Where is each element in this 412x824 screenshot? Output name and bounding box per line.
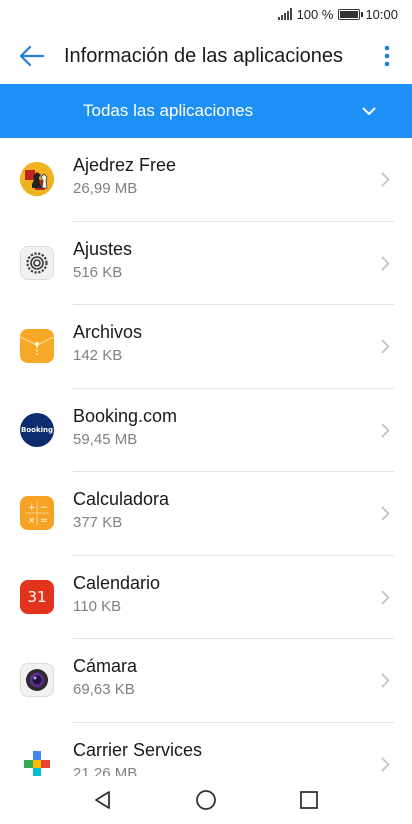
app-size: 142 KB (73, 347, 123, 364)
nav-back-button[interactable] (52, 776, 155, 824)
chevron-right-icon (381, 506, 390, 521)
svg-text:×: × (28, 516, 36, 526)
calendar-icon: 31 (20, 579, 54, 614)
app-size: 59,45 MB (73, 430, 138, 448)
svg-text:+: + (28, 503, 36, 513)
booking-icon: Booking (20, 412, 54, 447)
more-vert-icon (384, 45, 390, 67)
clock: 10:00 (365, 6, 398, 22)
battery-percent: 100 % (296, 6, 334, 22)
chevron-right-icon (381, 423, 390, 437)
app-name: Carrier Services (73, 739, 203, 760)
app-name: Calculadora (73, 489, 170, 509)
list-item-camara[interactable]: Cámara 69,63 KB (0, 639, 412, 723)
app-name: Ajustes (73, 238, 133, 259)
nav-home-button[interactable] (155, 776, 258, 824)
arrow-back-icon (19, 45, 45, 67)
nav-recents-icon (300, 791, 318, 809)
chevron-right-icon (381, 172, 390, 187)
signal-icon (277, 8, 292, 20)
svg-text:−: − (40, 503, 48, 513)
chevron-down-icon (362, 107, 376, 115)
nav-recents-button[interactable] (258, 776, 361, 824)
battery-icon (338, 8, 364, 20)
settings-icon (20, 245, 54, 280)
chevron-right-icon (381, 256, 390, 270)
list-item-calculadora[interactable]: + − × = Calculadora 377 KB (0, 472, 412, 556)
chevron-right-icon (381, 590, 390, 604)
chevron-right-icon (381, 673, 390, 688)
filter-label: Todas las aplicaciones (83, 101, 254, 120)
list-item-calendario[interactable]: 31 Calendario 110 KB (0, 556, 412, 639)
nav-back-icon (95, 791, 110, 809)
nav-home-icon (196, 790, 216, 810)
app-name: Cámara (73, 656, 138, 676)
app-bar: Información de las aplicaciones (0, 28, 412, 84)
app-size: 516 KB (73, 263, 123, 281)
app-size: 69,63 KB (73, 681, 135, 698)
files-icon (20, 329, 54, 363)
app-name: Ajedrez Free (73, 155, 177, 175)
camera-icon (20, 663, 54, 697)
app-name: Calendario (73, 572, 161, 593)
calendar-icon-text: 31 (27, 587, 47, 606)
carrier-services-icon (20, 747, 54, 779)
app-name: Archivos (73, 322, 143, 342)
status-bar: 100 % 10:00 (0, 0, 412, 28)
more-options-button[interactable] (362, 28, 412, 84)
svg-text:=: = (40, 516, 48, 526)
app-size: 377 KB (73, 514, 123, 531)
navigation-bar (0, 776, 412, 824)
chevron-right-icon (381, 339, 390, 354)
list-item-archivos[interactable]: Archivos 142 KB (0, 305, 412, 389)
calculator-icon: + − × = (20, 496, 54, 530)
list-item-ajedrez[interactable]: Ajedrez Free 26,99 MB (0, 138, 412, 222)
app-size: 110 KB (73, 597, 122, 615)
chevron-right-icon (381, 757, 390, 771)
app-size: 26,99 MB (73, 180, 138, 197)
app-name: Booking.com (73, 405, 178, 426)
list-item-ajustes[interactable]: Ajustes 516 KB (0, 222, 412, 305)
list-item-booking[interactable]: Booking Booking.com 59,45 MB (0, 389, 412, 472)
page-title: Información de las aplicaciones (64, 44, 344, 67)
app-list[interactable]: Ajedrez Free 26,99 MB Ajustes 516 KB Arc… (0, 138, 412, 778)
booking-icon-text: Booking (20, 425, 53, 434)
app-filter-dropdown[interactable]: Todas las aplicaciones (0, 84, 412, 138)
back-button[interactable] (0, 28, 64, 84)
list-item-carrier-services[interactable]: Carrier Services 21,26 MB (0, 723, 412, 779)
chess-icon (20, 162, 54, 196)
